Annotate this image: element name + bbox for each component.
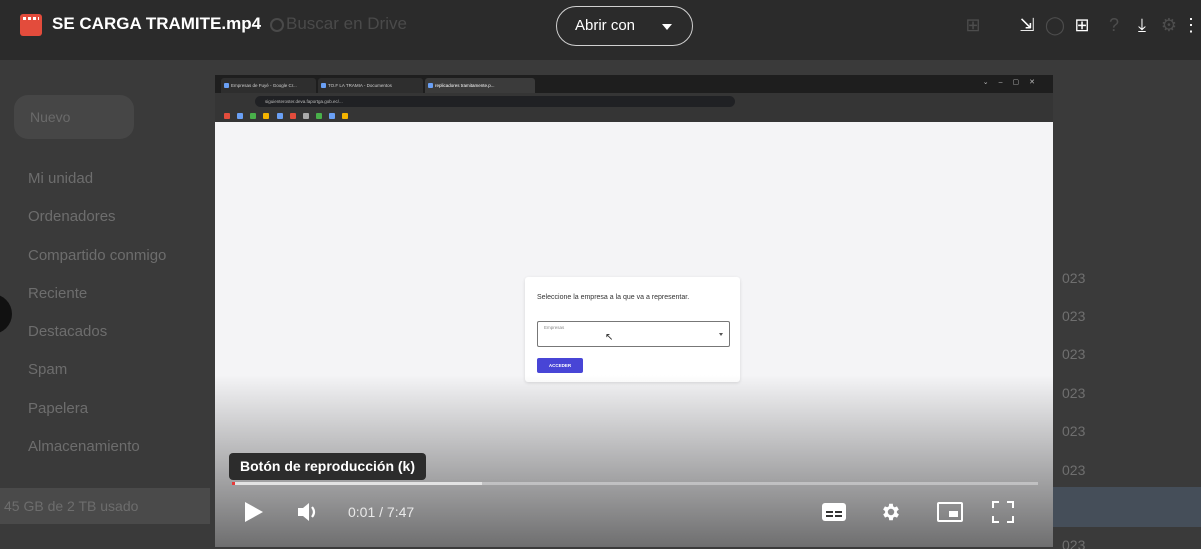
miniplayer-icon[interactable]: [937, 502, 963, 522]
video-file-icon: [20, 14, 42, 36]
acceder-button: ACCEDER: [537, 358, 583, 373]
more-options-icon[interactable]: ⋮: [1180, 14, 1201, 36]
bookmark-icon: [224, 112, 230, 119]
bookmark-icon: [329, 112, 335, 119]
progress-played: [232, 482, 235, 485]
tab-favicon-icon: [428, 83, 433, 88]
sidebar-item-spam[interactable]: Spam: [28, 361, 67, 378]
recorded-tab: TO.F LA TRAMIA - Documentos: [318, 78, 423, 93]
tab-favicon-icon: [224, 83, 229, 88]
recorded-address-bar: siguienteroster.deva.faportga.gob.ec/...: [215, 93, 1053, 110]
recorded-tab: Empresas de Fuyé - Google Cr...: [221, 78, 316, 93]
bookmark-icon: [342, 112, 349, 119]
company-select-card: Seleccione la empresa a la que va a repr…: [525, 277, 740, 382]
file-date: 023: [1062, 537, 1086, 549]
settings-gear-icon[interactable]: [880, 501, 902, 523]
tab-favicon-icon: [321, 83, 326, 88]
play-tooltip: Botón de reproducción (k): [229, 453, 426, 480]
window-controls-icon: ⌄–▢✕: [982, 79, 1045, 86]
bookmark-icon: [276, 112, 283, 119]
sidebar-item-shared[interactable]: Compartido conmigo: [28, 247, 166, 264]
time-display: 0:01 / 7:47: [348, 504, 415, 520]
bookmark-icon: [302, 112, 309, 119]
volume-icon[interactable]: [296, 500, 322, 524]
recorded-url: siguienteroster.deva.faportga.gob.ec/...: [255, 96, 735, 107]
settings-bg-icon: ⚙: [1160, 15, 1178, 35]
bookmark-icon: [250, 112, 257, 119]
bookmark-icon: [263, 112, 270, 119]
file-date: 023: [1062, 270, 1086, 286]
recorded-tab: replicadores tramitamente.p...: [425, 78, 535, 93]
download-icon[interactable]: ⤓: [1131, 14, 1153, 36]
new-button[interactable]: Nuevo: [14, 95, 134, 139]
recorded-tab-label: replicadores tramitamente.p...: [435, 83, 495, 88]
open-with-label: Abrir con: [575, 17, 636, 34]
recorded-tab-label: TO.F LA TRAMIA - Documentos: [328, 83, 392, 88]
play-button-icon[interactable]: [245, 502, 263, 522]
progress-buffered: [232, 482, 482, 485]
storage-usage: 45 GB de 2 TB usado: [0, 488, 210, 524]
recorded-browser-tabs: Empresas de Fuyé - Google Cr... TO.F LA …: [215, 75, 1053, 93]
file-title: SE CARGA TRAMITE.mp4: [52, 14, 262, 33]
search-placeholder: Buscar en Drive: [286, 14, 407, 33]
sidebar-item-trash[interactable]: Papelera: [28, 400, 88, 417]
preview-topbar: SE CARGA TRAMITE.mp4 Buscar en Drive Abr…: [0, 0, 1201, 60]
open-with-button[interactable]: Abrir con: [556, 6, 693, 46]
help-icon: ?: [1108, 15, 1119, 35]
bg-circle-icon: ◯: [1044, 15, 1066, 35]
bookmark-icon: [289, 112, 296, 119]
bookmark-icon: [315, 112, 322, 119]
sidebar-item-computers[interactable]: Ordenadores: [28, 208, 116, 225]
mouse-cursor-icon: ↖: [605, 332, 614, 343]
fullscreen-icon[interactable]: [992, 501, 1014, 523]
drive-sidebar: Nuevo Mi unidad Ordenadores Compartido c…: [0, 60, 210, 549]
drive-date-column: 023 023 023 023 023 023 023: [1050, 230, 1201, 549]
file-date: 023: [1062, 346, 1086, 362]
recorded-bookmarks-bar: [215, 110, 1053, 122]
file-date: 023: [1062, 308, 1086, 324]
bookmark-icon: [237, 112, 244, 119]
sidebar-item-recent[interactable]: Reciente: [28, 285, 87, 302]
company-select: Empresas ↖: [537, 321, 730, 347]
select-label: Empresas: [544, 325, 565, 330]
file-date: 023: [1062, 385, 1086, 401]
grid-icon: ⊞: [965, 15, 981, 35]
sidebar-item-my-drive[interactable]: Mi unidad: [28, 170, 93, 187]
recorded-tab-label: Empresas de Fuyé - Google Cr...: [231, 83, 297, 88]
caret-down-icon: [662, 24, 672, 30]
add-shortcut-icon[interactable]: ⊞: [1071, 14, 1093, 36]
file-date: 023: [1062, 462, 1086, 478]
card-title: Seleccione la empresa a la que va a repr…: [537, 294, 690, 301]
add-to-drive-icon[interactable]: ⇲: [1016, 14, 1038, 36]
sidebar-item-storage[interactable]: Almacenamiento: [28, 438, 140, 455]
file-date: 023: [1062, 423, 1086, 439]
drive-video-preview: Nuevo Mi unidad Ordenadores Compartido c…: [0, 0, 1201, 549]
select-caret-icon: [719, 333, 723, 336]
search-icon: [270, 18, 284, 32]
subtitles-icon[interactable]: [822, 503, 846, 521]
sidebar-item-starred[interactable]: Destacados: [28, 323, 107, 340]
